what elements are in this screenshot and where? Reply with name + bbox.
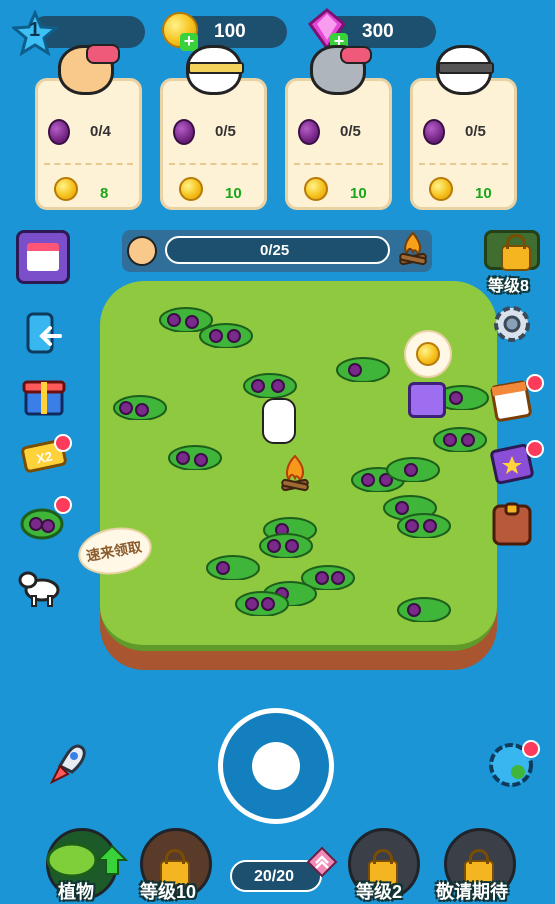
- upgrade-arrow-icon: [96, 844, 128, 875]
- bow-icon: [86, 44, 120, 64]
- plum-bush[interactable]: [258, 528, 314, 558]
- order-count: 0/5: [340, 123, 361, 140]
- plum-bush[interactable]: [112, 390, 168, 420]
- order-card-4[interactable]: 0/5 10: [410, 78, 517, 210]
- headband-icon: [438, 62, 494, 74]
- plum-icon: [48, 119, 70, 145]
- locked-level-label: 等级8: [488, 278, 529, 295]
- bow-icon: [340, 46, 372, 64]
- plum-bush[interactable]: [198, 318, 254, 348]
- order-card-1[interactable]: 0/4 8: [35, 78, 142, 210]
- level2-label: 等级2: [356, 882, 403, 902]
- level10-label: 等级10: [140, 882, 197, 902]
- lock-icon: [501, 234, 531, 271]
- order-count: 0/5: [215, 123, 236, 140]
- joystick-knob[interactable]: [252, 742, 300, 790]
- coming-soon-label: 敬请期待: [436, 882, 508, 902]
- headband-icon: [188, 62, 244, 74]
- divider: [169, 163, 258, 165]
- horse-icon[interactable]: [16, 562, 64, 610]
- plum-bush[interactable]: [242, 368, 298, 398]
- speech-bubble-text: 速来领取: [85, 538, 143, 564]
- coin-icon: [304, 177, 328, 201]
- coin-icon: [54, 177, 78, 201]
- shop-icon: [27, 243, 59, 271]
- order-count: 0/5: [465, 123, 486, 140]
- campfire-icon: [281, 454, 309, 492]
- plants-label: 植物: [58, 882, 94, 902]
- plum-bush[interactable]: [335, 352, 391, 382]
- plum-bush[interactable]: [396, 592, 452, 622]
- plum-bush[interactable]: [234, 586, 290, 616]
- plum-icon: [173, 119, 195, 145]
- bunny-player: [262, 398, 296, 444]
- plum-bush[interactable]: [396, 508, 452, 538]
- rocket-icon[interactable]: [38, 738, 94, 794]
- coin-bubble[interactable]: [404, 330, 452, 378]
- order-card-3[interactable]: 0/5 10: [285, 78, 392, 210]
- gift-icon[interactable]: [20, 370, 68, 418]
- gift-chest-icon[interactable]: [408, 382, 446, 418]
- order-reward: 10: [225, 185, 242, 202]
- notification-badge: [522, 740, 540, 758]
- coin-icon: [179, 177, 203, 201]
- counter-text: 20/20: [254, 868, 295, 885]
- animal-progress-icon: [127, 236, 157, 266]
- order-reward: 8: [100, 185, 109, 202]
- exit-phone-icon[interactable]: [20, 310, 68, 358]
- plum-bush[interactable]: [385, 452, 441, 482]
- coin-count: 100: [214, 21, 246, 42]
- add-coins-button[interactable]: +: [180, 32, 198, 51]
- rank-up-icon[interactable]: [306, 846, 338, 878]
- locked-feature-button[interactable]: [484, 230, 540, 271]
- order-reward: 10: [350, 185, 367, 202]
- notification-badge: [526, 374, 544, 392]
- divider: [294, 163, 383, 165]
- notification-badge: [54, 496, 72, 514]
- plum-icon: [298, 119, 320, 145]
- plum-icon: [423, 119, 445, 145]
- plum-bush[interactable]: [167, 440, 223, 470]
- gem-count: 300: [362, 21, 394, 42]
- plum-bush[interactable]: [205, 550, 261, 580]
- progress-label: 0/25: [260, 242, 290, 259]
- level-value: 1: [29, 19, 41, 41]
- coin-icon: [416, 342, 440, 366]
- divider: [44, 163, 133, 165]
- order-reward: 10: [475, 185, 492, 202]
- plum-bush[interactable]: [432, 422, 488, 452]
- shop-button[interactable]: [16, 230, 70, 284]
- order-count: 0/4: [90, 123, 111, 140]
- order-card-2[interactable]: 0/5 10: [160, 78, 267, 210]
- coin-icon: [429, 177, 453, 201]
- settings-gear-icon[interactable]: [488, 300, 536, 348]
- notification-badge: [54, 434, 72, 452]
- campfire-icon: [399, 231, 427, 266]
- backpack-icon[interactable]: [488, 500, 536, 548]
- divider: [419, 163, 508, 165]
- notification-badge: [526, 440, 544, 458]
